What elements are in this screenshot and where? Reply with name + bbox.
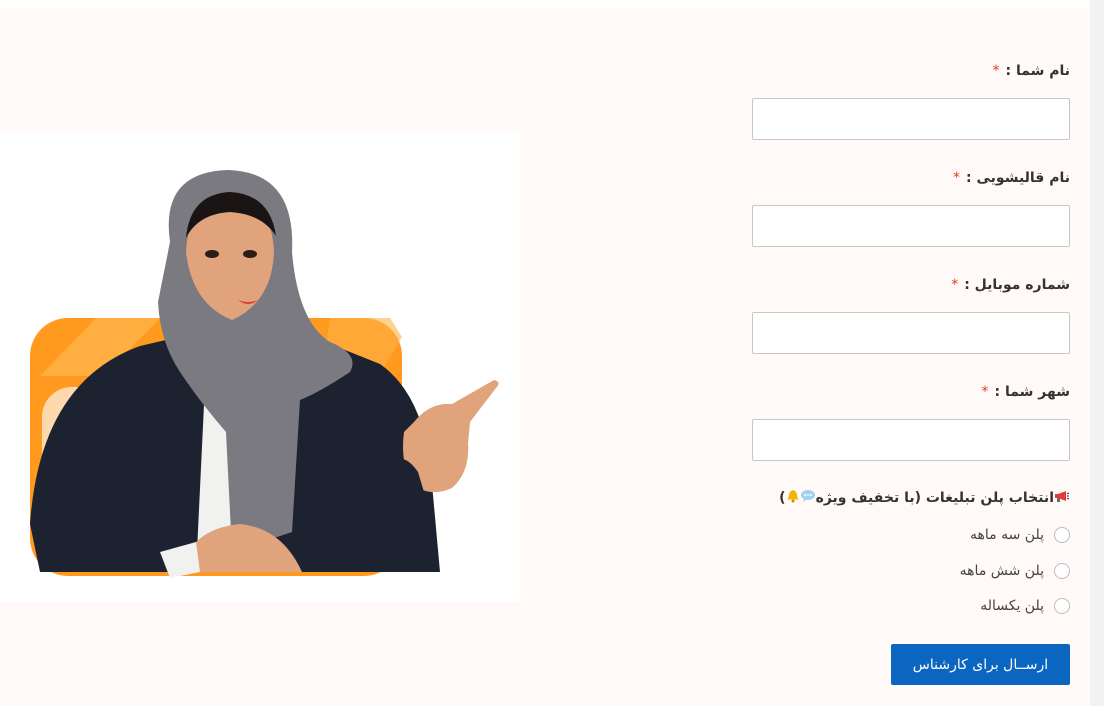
plan-option-label: پلن شش ماهه [959, 563, 1044, 579]
city-input[interactable] [752, 419, 1070, 461]
plan-option-3-month[interactable]: پلن سه ماهه [970, 527, 1070, 543]
required-asterisk: * [981, 384, 989, 400]
plan-option-label: پلن یکساله [980, 598, 1044, 614]
required-asterisk: * [953, 170, 961, 186]
required-asterisk: * [951, 277, 959, 293]
required-asterisk: * [992, 63, 1000, 79]
woman-pointing-illustration [30, 170, 499, 578]
radio-button[interactable] [1054, 563, 1070, 579]
submit-to-expert-button[interactable]: ارســال برای کارشناس [891, 644, 1070, 685]
plan-option-1-year[interactable]: پلن یکساله [980, 598, 1070, 614]
plan-option-6-month[interactable]: پلن شش ماهه [960, 563, 1070, 579]
city-label: شهر شما :* [981, 384, 1070, 400]
scrollbar-track[interactable] [1090, 0, 1104, 706]
hero-illustration [0, 132, 520, 602]
plan-section-title: انتخاب پلن تبلیغات (با تخفیف ویژه ) [779, 489, 1070, 507]
name-label: نام شما :* [992, 63, 1070, 79]
consultation-form: نام شما :* نام قالیشویی :* شماره موبایل … [750, 0, 1070, 706]
name-input[interactable] [752, 98, 1070, 140]
carpet-shop-name-input[interactable] [752, 205, 1070, 247]
bell-icon [786, 489, 800, 507]
megaphone-icon [1054, 489, 1070, 507]
radio-button[interactable] [1054, 598, 1070, 614]
plan-option-label: پلن سه ماهه [970, 527, 1044, 543]
carpet-shop-name-label: نام قالیشویی :* [953, 170, 1070, 186]
mobile-input[interactable] [752, 312, 1070, 354]
speech-bubble-icon [800, 489, 816, 507]
radio-button[interactable] [1054, 527, 1070, 543]
mobile-label: شماره موبایل :* [951, 277, 1070, 293]
